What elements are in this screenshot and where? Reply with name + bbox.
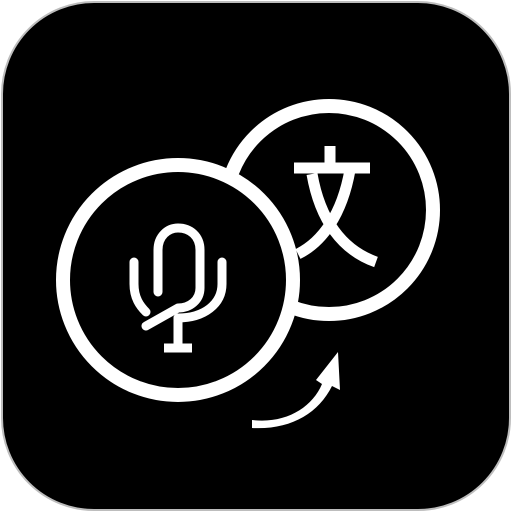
voice-bubble bbox=[56, 158, 300, 402]
app-icon[interactable] bbox=[0, 0, 512, 512]
